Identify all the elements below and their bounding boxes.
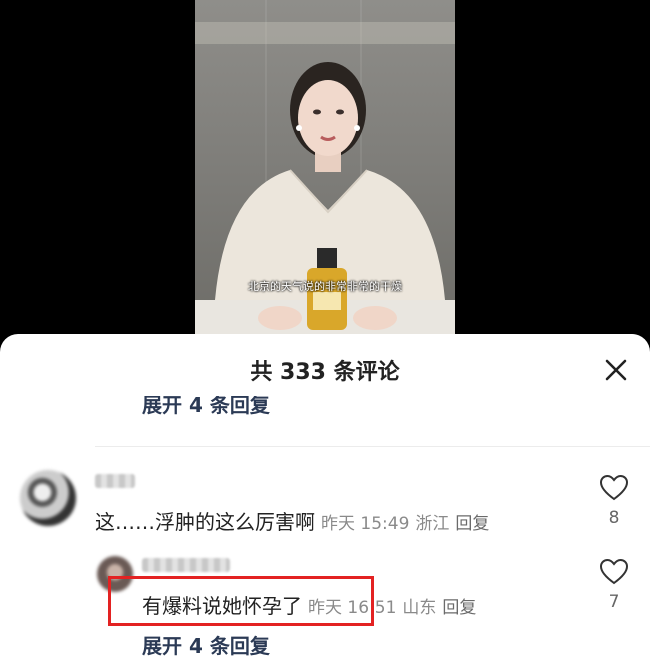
reply-button[interactable]: 回复 bbox=[455, 514, 489, 534]
expand-replies-button[interactable]: 展开 4 条回复 bbox=[142, 630, 270, 659]
avatar[interactable] bbox=[20, 470, 76, 526]
comment-sheet-header: 共 333 条评论 bbox=[0, 334, 650, 404]
username-blurred[interactable] bbox=[142, 558, 230, 572]
heart-icon bbox=[599, 558, 629, 585]
comment-body[interactable]: 这……浮肿的这么厉害啊 昨天 15:49 浙江 回复 bbox=[95, 506, 489, 535]
like-button[interactable]: 7 bbox=[596, 558, 632, 612]
video-player[interactable]: 北京的天气说的非常非常的干燥 bbox=[195, 0, 455, 345]
comment-text: 这……浮肿的这么厉害啊 bbox=[95, 510, 315, 534]
reply-location: 山东 bbox=[402, 598, 437, 618]
like-count: 7 bbox=[608, 592, 620, 612]
comment-location: 浙江 bbox=[415, 514, 450, 534]
comment-time: 昨天 15:49 bbox=[321, 514, 410, 534]
username-blurred[interactable] bbox=[95, 474, 135, 488]
like-button[interactable]: 8 bbox=[596, 474, 632, 528]
close-icon[interactable] bbox=[602, 356, 630, 384]
divider bbox=[95, 446, 650, 447]
like-count: 8 bbox=[608, 508, 620, 528]
video-caption: 北京的天气说的非常非常的干燥 bbox=[248, 280, 402, 293]
heart-icon bbox=[599, 474, 629, 501]
reply-button[interactable]: 回复 bbox=[442, 598, 476, 618]
comment-count-title: 共 333 条评论 bbox=[250, 360, 400, 385]
red-highlight-box bbox=[108, 576, 374, 626]
expand-replies-button[interactable]: 展开 4 条回复 bbox=[142, 396, 270, 418]
comment-sheet: 共 333 条评论 展开 4 条回复 这……浮肿的这么厉害啊 昨天 15:49 浙江… bbox=[0, 334, 650, 668]
